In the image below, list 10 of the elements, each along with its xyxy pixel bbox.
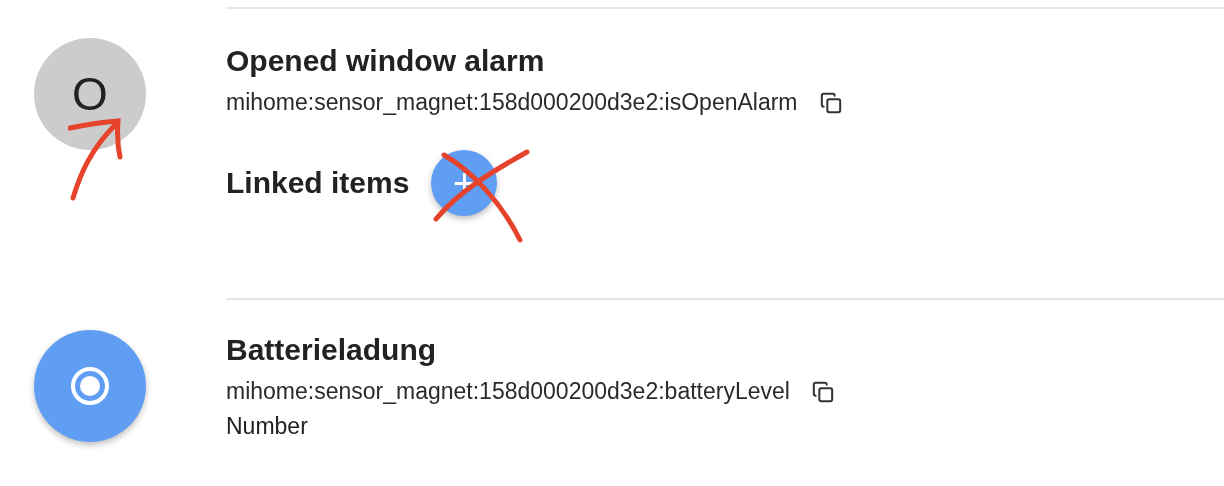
radio-icon (69, 365, 111, 407)
avatar-letter: O (72, 71, 108, 117)
item-label: Opened window alarm (226, 43, 545, 79)
item-label: Batterieladung (226, 332, 437, 368)
linked-items-heading: Linked items (226, 165, 410, 201)
item-type: Number (226, 413, 308, 440)
copy-button[interactable] (811, 380, 834, 403)
copy-button[interactable] (819, 91, 842, 114)
item-uid: mihome:sensor_magnet:158d000200d3e2:isOpenAlarm (226, 89, 798, 116)
item-uid: mihome:sensor_magnet:158d000200d3e2:batteryLevel (226, 378, 790, 405)
